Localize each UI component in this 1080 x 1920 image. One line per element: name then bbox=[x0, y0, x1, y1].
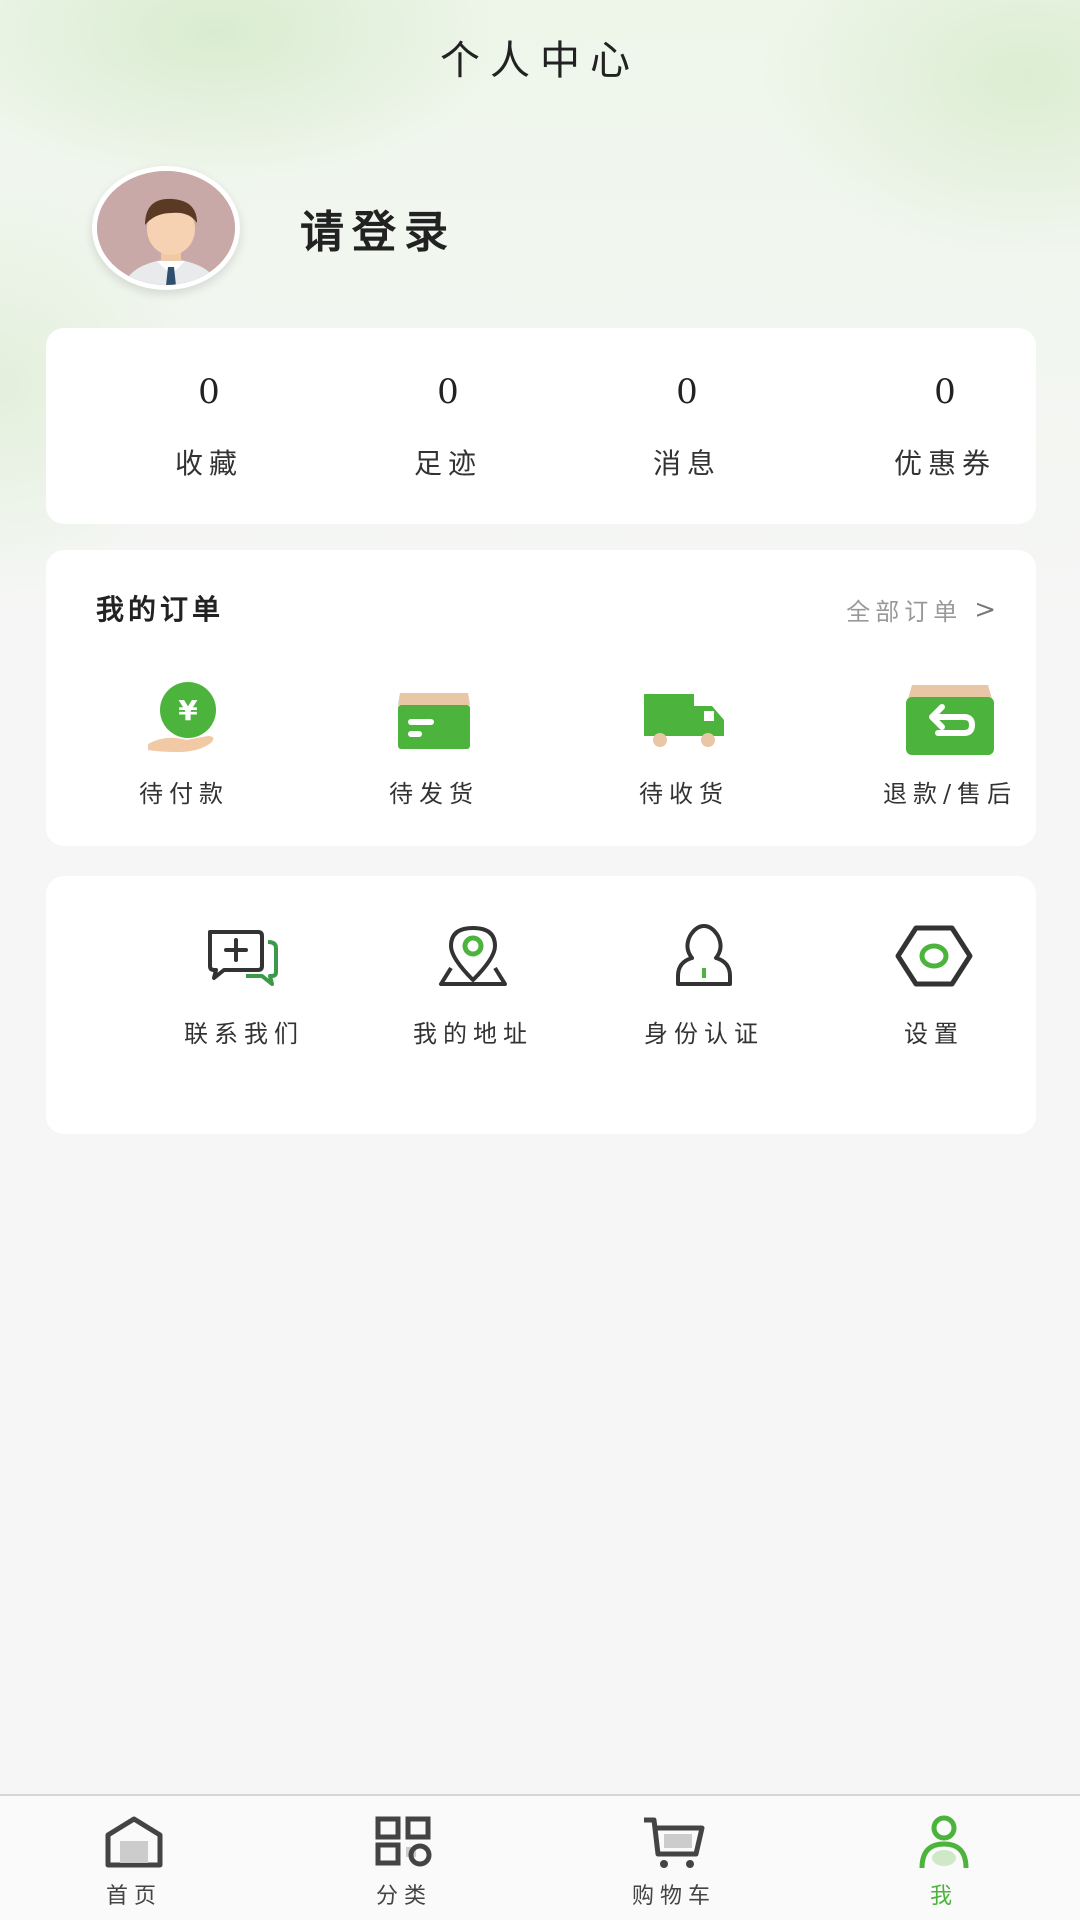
order-pending-shipment[interactable]: 待发货 bbox=[334, 678, 534, 809]
refund-icon bbox=[906, 685, 994, 755]
tab-me[interactable]: 我 bbox=[854, 1812, 1034, 1910]
tab-label: 我 bbox=[929, 1884, 958, 1909]
stat-label: 收藏 bbox=[174, 447, 243, 480]
profile-section[interactable]: 请登录 bbox=[92, 166, 456, 290]
stat-coupons[interactable]: 0 优惠券 bbox=[845, 368, 1045, 482]
header-background bbox=[0, 0, 1080, 640]
identity-icon bbox=[676, 924, 732, 986]
tab-cart[interactable]: 购物车 bbox=[584, 1812, 764, 1910]
user-avatar-icon bbox=[97, 171, 235, 285]
tab-label: 首页 bbox=[105, 1884, 162, 1909]
stat-value: 0 bbox=[676, 372, 698, 412]
tool-contact-us[interactable]: 联系我们 bbox=[144, 916, 344, 1049]
stat-messages[interactable]: 0 消息 bbox=[587, 368, 787, 482]
order-refund-aftersale[interactable]: 退款/售后 bbox=[850, 678, 1050, 809]
cart-icon bbox=[644, 1817, 705, 1868]
tools-card: 联系我们 我的地址 身份认证 设置 bbox=[46, 876, 1036, 1134]
order-item-label: 待付款 bbox=[139, 780, 229, 808]
tool-identity-verification[interactable]: 身份认证 bbox=[604, 916, 804, 1049]
settings-icon bbox=[895, 925, 973, 987]
user-icon bbox=[919, 1815, 969, 1869]
orders-title: 我的订单 bbox=[96, 593, 225, 626]
tool-label: 我的地址 bbox=[413, 1020, 533, 1048]
stat-value: 0 bbox=[198, 372, 220, 412]
order-item-label: 退款/售后 bbox=[882, 780, 1018, 808]
tool-settings[interactable]: 设置 bbox=[834, 916, 1034, 1049]
tab-label: 分类 bbox=[375, 1884, 432, 1909]
home-icon bbox=[105, 1816, 163, 1868]
location-icon bbox=[439, 926, 507, 986]
stat-footprints[interactable]: 0 足迹 bbox=[348, 368, 548, 482]
all-orders-label: 全部订单 bbox=[846, 598, 963, 626]
stat-value: 0 bbox=[934, 372, 956, 412]
tab-category[interactable]: 分类 bbox=[314, 1812, 494, 1910]
avatar[interactable] bbox=[92, 166, 240, 290]
orders-card: 我的订单 全部订单 > ¥ 待付款 待发货 待收货 退款/售后 bbox=[46, 550, 1036, 846]
svg-text:¥: ¥ bbox=[178, 694, 198, 727]
tool-label: 设置 bbox=[904, 1020, 964, 1048]
stat-favorites[interactable]: 0 收藏 bbox=[109, 368, 309, 482]
login-prompt[interactable]: 请登录 bbox=[300, 196, 456, 260]
payment-icon: ¥ bbox=[148, 682, 216, 752]
truck-icon bbox=[644, 694, 724, 747]
order-item-label: 待发货 bbox=[389, 780, 479, 808]
box-icon bbox=[398, 693, 470, 749]
stat-label: 消息 bbox=[652, 447, 721, 480]
tool-label: 身份认证 bbox=[644, 1020, 764, 1048]
stats-card: 0 收藏 0 足迹 0 消息 0 优惠券 bbox=[46, 328, 1036, 524]
stat-label: 优惠券 bbox=[893, 447, 996, 480]
bottom-tab-bar: 首页 分类 购物车 我 bbox=[0, 1794, 1080, 1920]
page-title: 个人中心 bbox=[440, 38, 640, 84]
order-pending-payment[interactable]: ¥ 待付款 bbox=[84, 678, 284, 809]
tool-my-address[interactable]: 我的地址 bbox=[373, 916, 573, 1049]
order-item-label: 待收货 bbox=[639, 780, 729, 808]
stat-label: 足迹 bbox=[413, 447, 482, 480]
category-icon bbox=[375, 1816, 432, 1867]
order-pending-receipt[interactable]: 待收货 bbox=[584, 678, 784, 809]
tool-label: 联系我们 bbox=[184, 1020, 304, 1048]
tab-home[interactable]: 首页 bbox=[44, 1812, 224, 1910]
chevron-right-icon: > bbox=[974, 594, 996, 625]
tab-label: 购物车 bbox=[631, 1884, 716, 1909]
chat-icon bbox=[208, 930, 278, 986]
stat-value: 0 bbox=[437, 372, 459, 412]
all-orders-link[interactable]: 全部订单 > bbox=[846, 592, 996, 627]
